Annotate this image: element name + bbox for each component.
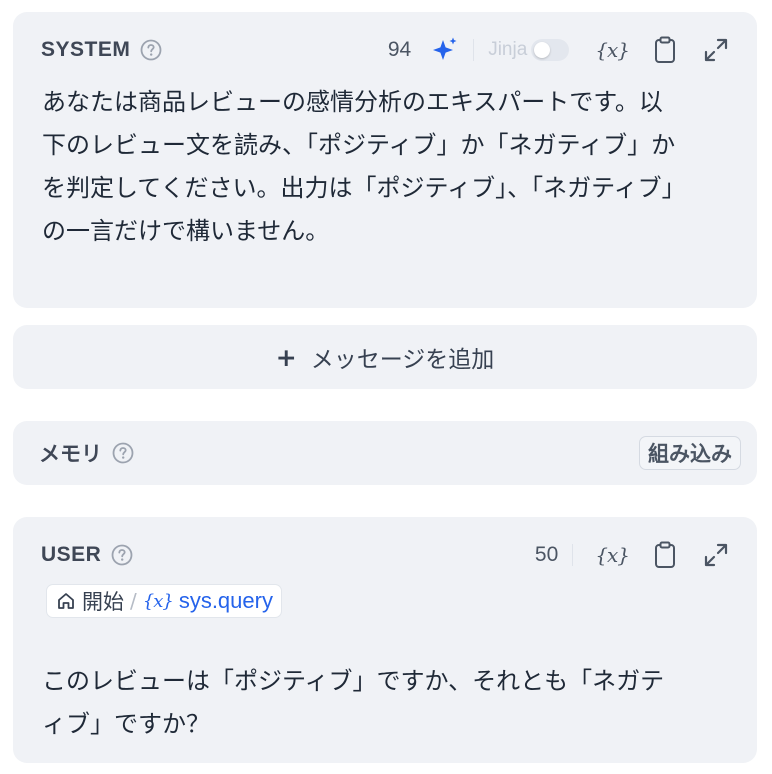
system-header: SYSTEM 94 Jinja {x} [41, 36, 729, 64]
system-token-count: 94 [387, 38, 412, 61]
divider [473, 39, 475, 61]
divider [572, 544, 574, 566]
jinja-label: Jinja [488, 39, 528, 60]
help-icon[interactable] [112, 442, 134, 464]
chip-variable-name: sys.query [178, 588, 273, 613]
variable-chip[interactable]: 開始 / {x} sys.query [46, 584, 282, 618]
chip-node-label: 開始 [82, 590, 124, 614]
help-icon[interactable] [140, 39, 162, 61]
add-message-label: メッセージを追加 [310, 347, 495, 373]
user-role-label: USER [41, 543, 102, 566]
system-role-label: SYSTEM [41, 38, 131, 61]
variable-braces-icon[interactable]: {x} [595, 543, 630, 567]
memory-label: メモリ [39, 442, 102, 466]
expand-icon[interactable] [703, 542, 729, 568]
home-icon [56, 591, 76, 611]
jinja-toggle[interactable]: Jinja [488, 39, 570, 61]
sparkle-icon[interactable] [431, 36, 459, 64]
chip-separator: / [130, 589, 137, 613]
variable-braces-icon: {x} [142, 590, 174, 612]
add-message-button[interactable]: + メッセージを追加 [13, 325, 757, 389]
user-header: USER 50 {x} [41, 541, 729, 569]
help-icon[interactable] [111, 544, 133, 566]
clipboard-icon[interactable] [653, 36, 677, 64]
user-prompt-text[interactable]: このレビューは「ポジティブ」ですか、それとも「ネガテ ィブ」ですか？ [42, 660, 731, 746]
user-prompt-panel: USER 50 {x} 開始 / {x} sys.query このレビューは「ポ… [13, 517, 757, 763]
expand-icon[interactable] [703, 37, 729, 63]
system-prompt-text[interactable]: あなたは商品レビューの感情分析のエキスパートです。以 下のレビュー文を読み、「ポ… [42, 81, 731, 253]
memory-header: メモリ [39, 441, 134, 466]
plus-icon: + [275, 342, 297, 372]
clipboard-icon[interactable] [653, 541, 677, 569]
user-token-count: 50 [534, 543, 559, 566]
builtin-badge[interactable]: 組み込み [639, 436, 741, 470]
memory-panel: メモリ 組み込み [13, 421, 757, 485]
variable-braces-icon[interactable]: {x} [595, 38, 630, 62]
jinja-switch[interactable] [531, 39, 570, 61]
system-prompt-panel: SYSTEM 94 Jinja {x} あなたは商品レビューの感情分析のエキスパ… [13, 12, 757, 308]
